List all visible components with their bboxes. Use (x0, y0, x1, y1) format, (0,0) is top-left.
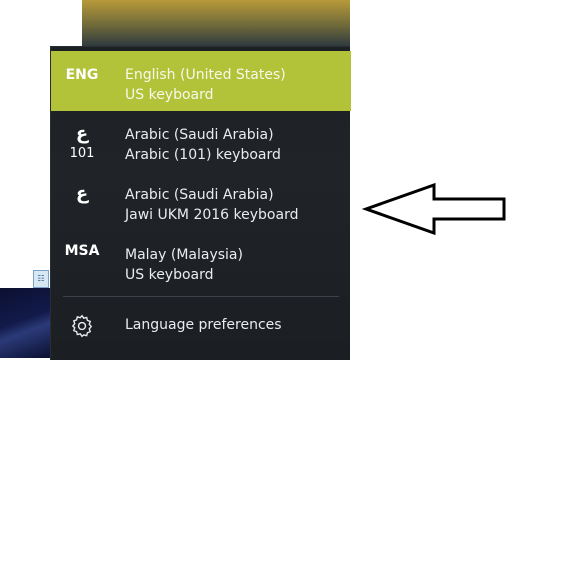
language-code-label: MSA (64, 243, 100, 259)
language-preferences-label: Language preferences (125, 317, 282, 333)
tray-app-icon[interactable]: ☷ (33, 270, 49, 288)
language-item-arabic-jawi[interactable]: ع Arabic (Saudi Arabia) Jawi UKM 2016 ke… (51, 171, 351, 231)
language-item-malay[interactable]: MSA Malay (Malaysia) US keyboard (51, 231, 351, 291)
left-arrow-icon (362, 182, 506, 236)
desktop-wallpaper-top (82, 0, 350, 46)
language-code-label: ع (75, 183, 89, 204)
divider (63, 296, 339, 297)
language-preferences-link[interactable]: Language preferences (51, 305, 351, 349)
language-names: Malay (Malaysia) US keyboard (125, 245, 243, 285)
language-name: English (United States) (125, 67, 286, 83)
keyboard-name: Jawi UKM 2016 keyboard (125, 207, 299, 223)
language-names: Arabic (Saudi Arabia) Arabic (101) keybo… (125, 125, 281, 165)
language-name: Arabic (Saudi Arabia) (125, 187, 274, 203)
language-flyout: ENG English (United States) US keyboard … (50, 46, 351, 360)
desktop-wallpaper-left (0, 288, 52, 358)
gear-icon (71, 314, 93, 338)
language-code-label: ENG (65, 67, 99, 83)
language-names: English (United States) US keyboard (125, 65, 286, 105)
language-names: Arabic (Saudi Arabia) Jawi UKM 2016 keyb… (125, 185, 298, 225)
keyboard-name: Arabic (101) keyboard (125, 147, 281, 163)
language-item-english-us[interactable]: ENG English (United States) US keyboard (51, 51, 351, 111)
language-name: Arabic (Saudi Arabia) (125, 127, 274, 143)
keyboard-name: US keyboard (125, 87, 214, 103)
language-item-arabic-101[interactable]: ع 101 Arabic (Saudi Arabia) Arabic (101)… (51, 111, 351, 171)
language-name: Malay (Malaysia) (125, 247, 243, 263)
keyboard-name: US keyboard (125, 267, 214, 283)
language-code-label: ع 101 (69, 123, 95, 161)
